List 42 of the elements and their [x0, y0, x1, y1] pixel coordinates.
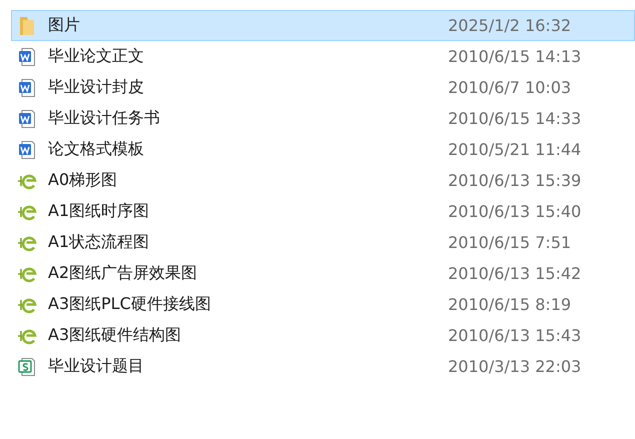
file-row[interactable]: 毕业设计题目 2010/3/13 22:03 — [11, 351, 635, 382]
modified-date: 2010/6/15 8:19 — [448, 295, 572, 314]
file-row[interactable]: 论文格式模板 2010/5/21 11:44 — [11, 134, 635, 165]
modified-date: 2010/6/15 14:13 — [448, 47, 582, 66]
file-name: A1图纸时序图 — [48, 201, 150, 222]
file-row[interactable]: 毕业设计任务书 2010/6/15 14:33 — [11, 103, 635, 134]
modified-date: 2010/6/7 10:03 — [448, 78, 572, 97]
file-row[interactable]: A3图纸硬件结构图 2010/6/13 15:43 — [11, 320, 635, 351]
file-name: 毕业设计封皮 — [48, 77, 145, 98]
word-document-icon — [17, 78, 37, 98]
file-name: A3图纸PLC硬件接线图 — [48, 294, 212, 315]
file-name: A3图纸硬件结构图 — [48, 325, 182, 346]
file-name: 毕业设计题目 — [48, 356, 145, 377]
word-document-icon — [17, 140, 37, 160]
word-document-icon — [17, 46, 37, 66]
file-name: A1状态流程图 — [48, 232, 150, 253]
file-row[interactable]: A3图纸PLC硬件接线图 2010/6/15 8:19 — [11, 289, 635, 320]
file-name: 毕业设计任务书 — [48, 108, 161, 129]
modified-date: 2010/6/15 7:51 — [448, 233, 572, 252]
modified-date: 2010/6/13 15:39 — [448, 171, 582, 190]
word-document-icon — [17, 108, 37, 128]
modified-date: 2010/6/13 15:42 — [448, 264, 582, 283]
file-row[interactable]: 毕业设计封皮 2010/6/7 10:03 — [11, 72, 635, 103]
file-row[interactable]: 毕业论文正文 2010/6/15 14:13 — [11, 41, 635, 72]
modified-date: 2010/6/15 14:33 — [448, 109, 582, 128]
spreadsheet-icon — [17, 356, 37, 376]
modified-date: 2025/1/2 16:32 — [448, 16, 572, 35]
file-row[interactable]: A2图纸广告屏效果图 2010/6/13 15:42 — [11, 258, 635, 289]
file-name: A0梯形图 — [48, 170, 118, 191]
folder-icon — [17, 16, 37, 36]
file-name: 图片 — [48, 15, 81, 36]
file-row[interactable]: A1图纸时序图 2010/6/13 15:40 — [11, 196, 635, 227]
file-name: A2图纸广告屏效果图 — [48, 263, 198, 284]
modified-date: 2010/6/13 15:40 — [448, 202, 582, 221]
file-row[interactable]: A0梯形图 2010/6/13 15:39 — [11, 165, 635, 196]
modified-date: 2010/6/13 15:43 — [448, 326, 582, 345]
file-name: 论文格式模板 — [48, 139, 145, 160]
modified-date: 2010/3/13 22:03 — [448, 357, 582, 376]
modified-date: 2010/5/21 11:44 — [448, 140, 582, 159]
file-row[interactable]: 图片 2025/1/2 16:32 — [11, 10, 635, 41]
file-name: 毕业论文正文 — [48, 46, 145, 67]
file-row[interactable]: A1状态流程图 2010/6/15 7:51 — [11, 227, 635, 258]
